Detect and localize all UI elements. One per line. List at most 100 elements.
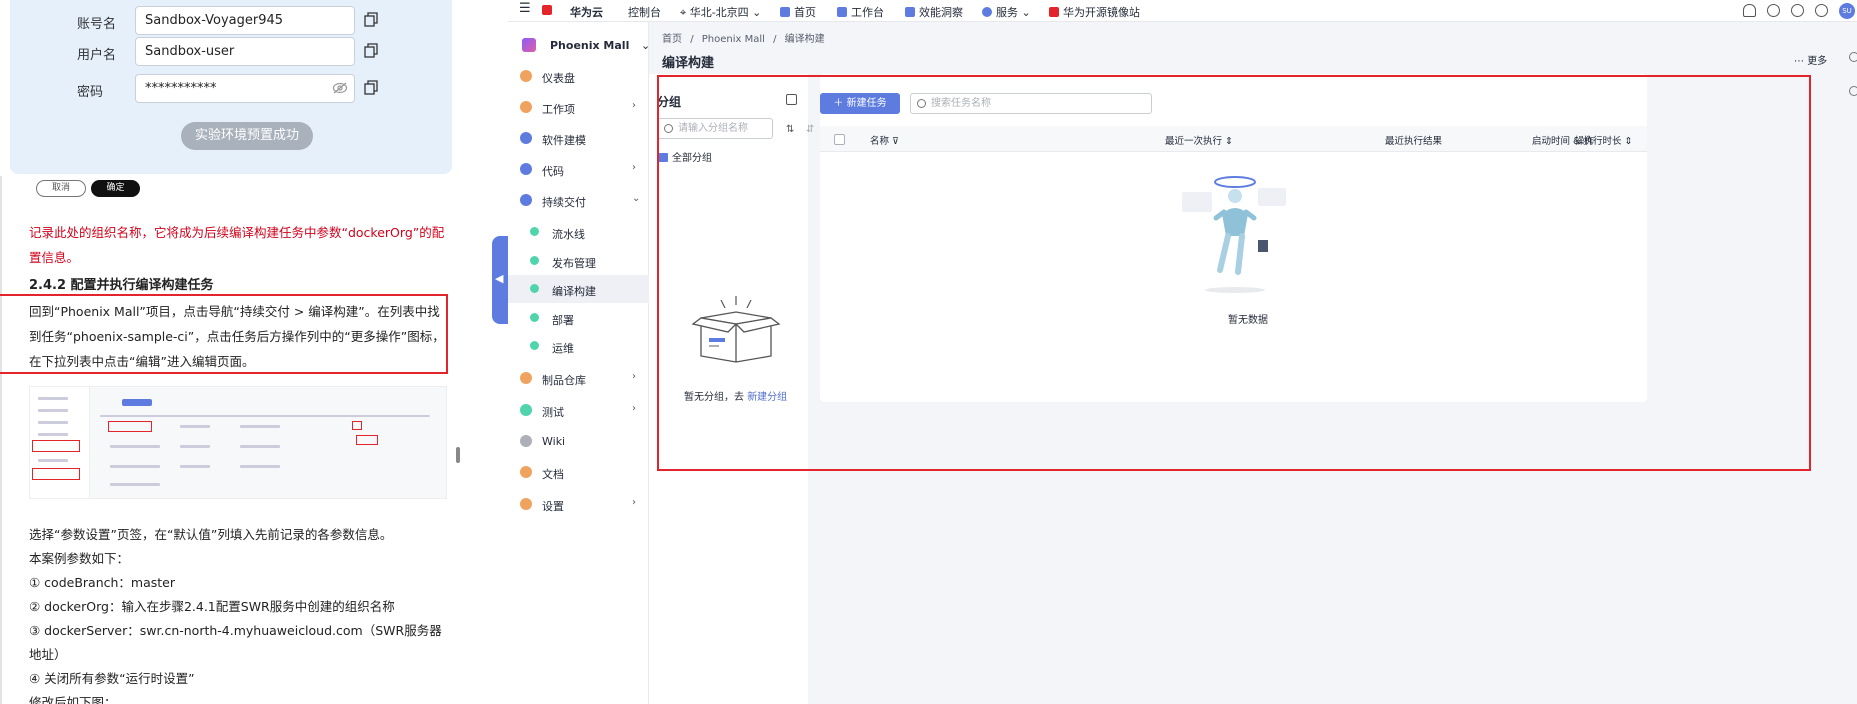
project-name: Phoenix Mall: [550, 39, 630, 52]
param-line: ② dockerOrg：输入在步骤2.4.1配置SWR服务中创建的组织名称: [29, 599, 395, 614]
password-field[interactable]: ***********: [135, 74, 355, 103]
test-icon: [520, 404, 532, 416]
sidebar-item[interactable]: 制品仓库 ›: [508, 364, 649, 392]
chevron-down-icon: ⌄: [1018, 6, 1031, 19]
release-icon: [530, 256, 539, 265]
password-row: 密码 ***********: [10, 74, 452, 104]
user-icon[interactable]: [1815, 4, 1828, 17]
sidebar-item-label: 仪表盘: [542, 72, 575, 85]
guide-scrollbar[interactable]: [456, 447, 460, 463]
section-title: 2.4.2 配置并执行编译构建任务: [29, 278, 214, 293]
services-menu[interactable]: 服务 ⌄: [982, 4, 1031, 20]
brand-name[interactable]: 华为云: [570, 4, 603, 20]
sidebar-item-label: 运维: [552, 342, 574, 355]
breadcrumb-home[interactable]: 首页: [662, 34, 682, 45]
param-line: 修改后如下图：: [29, 695, 117, 704]
username-field[interactable]: Sandbox-user: [135, 37, 355, 66]
highlight-box: [0, 294, 448, 374]
account-label: 账号名: [77, 17, 117, 32]
project-sidebar: Phoenix Mall ⌄ 仪表盘工作项 › 软件建模代码 › 持续交付 ⌄ 流水线 发布管…: [508, 22, 650, 704]
pipeline-icon: [530, 227, 539, 236]
more-button[interactable]: ⋯ 更多: [1794, 52, 1827, 67]
account-row: 账号名 Sandbox-Voyager945: [10, 6, 452, 36]
copy-icon[interactable]: [364, 12, 378, 27]
chevron-right-icon: ›: [632, 100, 636, 111]
param-line: 选择“参数设置”页签，在“默认值”列填入先前记录的各参数信息。: [29, 527, 393, 542]
screen: 账号名 Sandbox-Voyager945 用户名 Sandbox-user …: [0, 0, 1857, 704]
home-link[interactable]: 首页: [780, 4, 816, 20]
guide-content: 取消 确定 记录此处的组织名称，它将成为后续编译构建任务中参数“dockerOr…: [0, 176, 461, 704]
sidebar-item[interactable]: 仪表盘: [508, 62, 649, 90]
breadcrumb-sep: /: [690, 34, 694, 45]
sidebar-item[interactable]: 设置 ›: [508, 490, 649, 518]
sidebar-item[interactable]: 代码 ›: [508, 155, 649, 183]
thumb-cancel-button: 取消: [36, 180, 86, 197]
region-selector[interactable]: ⌖ 华北-北京四 ⌄: [680, 4, 761, 20]
modeling-icon: [520, 132, 532, 144]
sidebar-item[interactable]: 软件建模: [508, 124, 649, 152]
ellipsis-icon: ⋯: [1794, 56, 1808, 67]
wiki-icon: [520, 435, 532, 447]
services-icon: [982, 7, 992, 17]
highlight-box: [657, 75, 1811, 471]
home-icon: [780, 7, 790, 17]
screenshot-thumbnail[interactable]: [29, 386, 447, 499]
location-icon: ⌖: [680, 6, 690, 19]
sidebar-item[interactable]: 发布管理: [508, 247, 649, 275]
help-icon[interactable]: [1791, 4, 1804, 17]
sidebar-item[interactable]: Wiki: [508, 427, 649, 455]
workbench-icon: [837, 7, 847, 17]
collapse-guide-button[interactable]: ◀: [492, 236, 508, 324]
breadcrumb-current: 编译构建: [784, 34, 825, 45]
sidebar-item-label: 部署: [552, 314, 574, 327]
avatar[interactable]: SU: [1839, 3, 1855, 19]
chevron-right-icon: ›: [632, 371, 636, 382]
bell-icon[interactable]: [1743, 4, 1756, 17]
sidebar-item-label: 制品仓库: [542, 374, 586, 387]
delivery-icon: [520, 194, 532, 206]
sidebar-item-label: 设置: [542, 500, 564, 513]
sidebar-item-label: 编译构建: [552, 285, 596, 298]
sidebar-item[interactable]: 流水线: [508, 218, 649, 246]
copy-icon[interactable]: [364, 80, 378, 95]
sidebar-item-label: 文档: [542, 468, 564, 481]
eye-off-icon[interactable]: [332, 82, 348, 94]
breadcrumb: 首页 / Phoenix Mall / 编译构建: [662, 30, 830, 45]
account-field[interactable]: Sandbox-Voyager945: [135, 6, 355, 35]
breadcrumb-project[interactable]: Phoenix Mall: [702, 34, 765, 45]
menu-icon[interactable]: ☰: [519, 1, 531, 16]
side-tool-icon[interactable]: [1849, 86, 1857, 96]
password-label: 密码: [77, 85, 104, 100]
todo-icon[interactable]: [1767, 4, 1780, 17]
page-title: 编译构建: [662, 56, 715, 71]
param-line: ④ 关闭所有参数“运行时设置”: [29, 671, 195, 686]
huawei-logo-icon[interactable]: [542, 4, 556, 17]
sidebar-item[interactable]: 部署: [508, 304, 649, 332]
sidebar-item[interactable]: 持续交付 ⌄: [508, 186, 649, 214]
env-ready-button[interactable]: 实验环境预置成功: [181, 122, 313, 150]
mirror-link[interactable]: 华为开源镜像站: [1049, 4, 1140, 20]
workitem-icon: [520, 101, 532, 113]
side-tool-icon[interactable]: [1849, 52, 1857, 62]
code-icon: [520, 163, 532, 175]
artifact-icon: [520, 372, 532, 384]
note-text: 记录此处的组织名称，它将成为后续编译构建任务中参数“dockerOrg”的配置信…: [29, 225, 445, 265]
sidebar-item-label: Wiki: [542, 435, 566, 448]
sidebar-item[interactable]: 编译构建: [508, 275, 649, 303]
insight-link[interactable]: 效能洞察: [905, 4, 963, 20]
copy-icon[interactable]: [364, 43, 378, 58]
param-line: 本案例参数如下：: [29, 551, 130, 566]
sidebar-item[interactable]: 文档: [508, 458, 649, 486]
insight-icon: [905, 7, 915, 17]
chevron-right-icon: ›: [632, 497, 636, 508]
docs-icon: [520, 466, 532, 478]
project-switcher[interactable]: Phoenix Mall ⌄: [516, 35, 650, 57]
guide-panel: 账号名 Sandbox-Voyager945 用户名 Sandbox-user …: [0, 0, 461, 704]
sidebar-item[interactable]: 工作项 ›: [508, 93, 649, 121]
sidebar-item[interactable]: 测试 ›: [508, 396, 649, 424]
workbench-link[interactable]: 工作台: [837, 4, 884, 20]
console-link[interactable]: 控制台: [628, 4, 661, 20]
chevron-down-icon: ⌄: [632, 193, 641, 204]
param-line: ① codeBranch：master: [29, 575, 175, 590]
sidebar-item[interactable]: 运维: [508, 332, 649, 360]
